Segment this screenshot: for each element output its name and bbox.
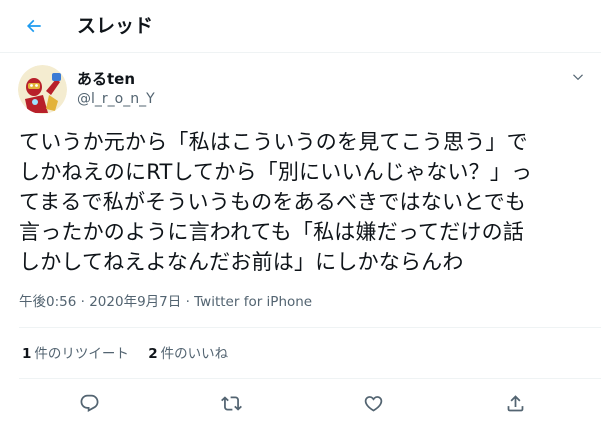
- display-name[interactable]: あるten: [77, 69, 135, 89]
- tweet-text: ていうか元から「私はこういうのを見てこう思う」で しかねえのにRTしてから「別に…: [19, 130, 533, 274]
- meta-separator: ·: [80, 294, 85, 310]
- tweet-time: 午後0:56: [19, 294, 77, 310]
- retweet-button[interactable]: [219, 391, 243, 415]
- tweet-metadata: 午後0:56 · 2020年9月7日 · Twitter for iPhone: [19, 293, 312, 311]
- chevron-down-icon: [573, 74, 583, 81]
- tweet-date: 2020年9月7日: [89, 294, 182, 310]
- retweets-count: 1: [22, 346, 32, 362]
- avatar[interactable]: [18, 65, 67, 114]
- retweets-stat[interactable]: 1 件のリツイート: [22, 345, 129, 363]
- tweet-menu-button[interactable]: [567, 66, 589, 88]
- likes-label: 件のいいね: [160, 346, 229, 362]
- back-button[interactable]: [22, 14, 46, 38]
- likes-count: 2: [148, 346, 158, 362]
- thread-header: スレッド: [0, 0, 601, 53]
- arrow-left-icon: [26, 19, 41, 33]
- retweet-icon: [220, 395, 242, 411]
- reply-icon: [80, 394, 98, 412]
- engagement-stats: 1 件のリツイート 2 件のいいね: [22, 345, 243, 363]
- reply-button[interactable]: [77, 391, 101, 415]
- meta-separator: ·: [185, 294, 190, 310]
- heart-icon: [364, 395, 382, 412]
- like-button[interactable]: [361, 391, 385, 415]
- retweets-label: 件のリツイート: [34, 346, 129, 362]
- share-button[interactable]: [503, 391, 527, 415]
- divider: [19, 327, 601, 328]
- share-icon: [507, 394, 523, 411]
- ironman-avatar-icon: [18, 65, 67, 114]
- tweet-actions: [0, 391, 601, 415]
- page-title: スレッド: [77, 15, 154, 37]
- likes-stat[interactable]: 2 件のいいね: [148, 345, 228, 363]
- user-handle[interactable]: @l_r_o_n_Y: [77, 90, 155, 108]
- tweet-time-link[interactable]: 午後0:56 · 2020年9月7日: [19, 294, 181, 310]
- divider: [19, 378, 601, 379]
- tweet-source-link[interactable]: Twitter for iPhone: [194, 294, 312, 310]
